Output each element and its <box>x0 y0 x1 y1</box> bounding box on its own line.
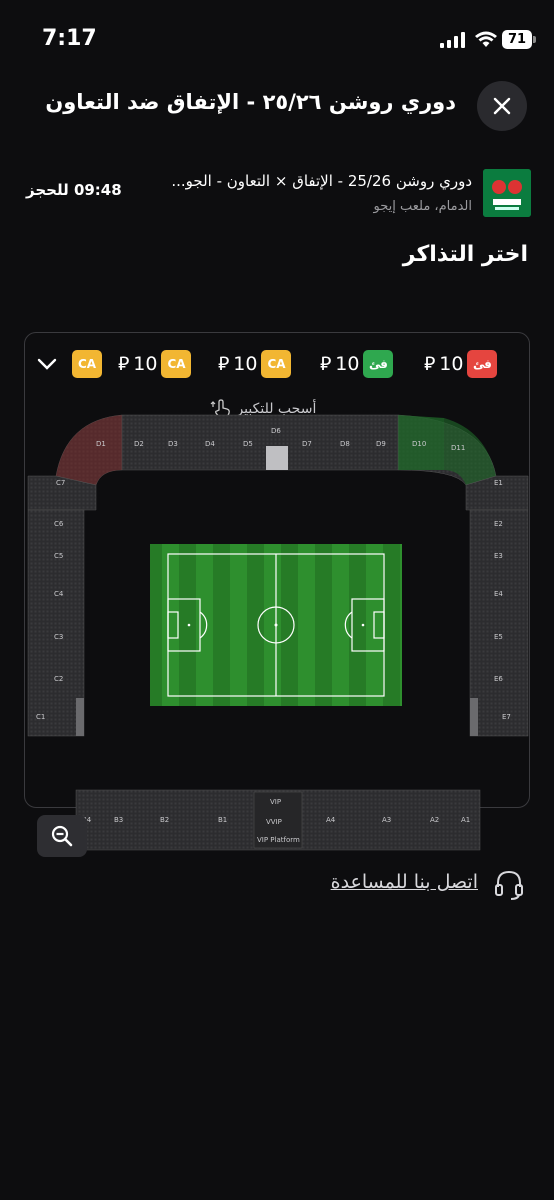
battery-tip <box>533 36 536 43</box>
price-value: 10 <box>233 353 258 375</box>
zoom-out-icon <box>51 825 73 847</box>
riyal-icon: ⃁ <box>118 353 130 375</box>
section-label: E5 <box>494 633 503 641</box>
section-label: E7 <box>502 713 511 721</box>
category-badge: فئ <box>363 350 394 378</box>
section-label: D9 <box>376 440 386 448</box>
close-icon <box>493 97 511 115</box>
left-stand[interactable] <box>27 509 85 737</box>
section-label: D1 <box>96 440 106 448</box>
section-label: D4 <box>205 440 215 448</box>
category-badge: CA <box>161 350 192 378</box>
select-tickets-title: اختر التذاكر <box>402 242 528 267</box>
right-stand[interactable] <box>469 509 529 737</box>
section-label: D10 <box>412 440 426 448</box>
section-label: E2 <box>494 520 503 528</box>
section-label: D8 <box>340 440 350 448</box>
zoom-out-button[interactable] <box>37 815 87 857</box>
stadium-seat-map[interactable]: D1 D2 D3 D4 D5 D6 D7 D8 D9 D10 D11 C7 C6… <box>26 410 530 854</box>
battery-icon: 71 <box>502 30 532 49</box>
section-label: C6 <box>54 520 64 528</box>
price-category-chip[interactable]: CA <box>72 350 102 378</box>
price-value: 10 <box>439 353 464 375</box>
booking-timer: 09:48 للحجز <box>26 181 122 199</box>
section-label: B1 <box>218 816 227 824</box>
tunnel-d6 <box>266 446 288 470</box>
category-badge: CA <box>72 350 102 378</box>
price-category-chip[interactable]: ⃁ 10 فئ <box>320 350 394 378</box>
top-stand[interactable] <box>121 414 399 471</box>
riyal-icon: ⃁ <box>424 353 436 375</box>
category-badge: فئ <box>467 350 498 378</box>
section-label: D5 <box>243 440 253 448</box>
section-label: C4 <box>54 590 64 598</box>
section-label: A3 <box>382 816 391 824</box>
section-label: C7 <box>56 479 65 487</box>
section-label: D3 <box>168 440 178 448</box>
section-label: A1 <box>461 816 470 824</box>
price-value: 10 <box>335 353 360 375</box>
section-label: D6 <box>271 427 281 435</box>
price-value: 10 <box>133 353 158 375</box>
section-d1-highlight[interactable] <box>56 415 122 485</box>
event-poster-image <box>483 169 531 217</box>
price-category-chip[interactable]: ⃁ 10 CA <box>218 350 292 378</box>
section-label: D2 <box>134 440 144 448</box>
wifi-icon <box>475 31 497 47</box>
section-label: B2 <box>160 816 169 824</box>
status-time: 7:17 <box>42 26 97 51</box>
event-name: دوري روشن 25/26 - الإتفاق × التعاون - ال… <box>171 172 472 190</box>
section-label: B3 <box>114 816 123 824</box>
category-badge: CA <box>261 350 292 378</box>
price-category-chip[interactable]: ⃁ 10 CA <box>118 350 192 378</box>
section-label: A4 <box>326 816 336 824</box>
section-label: VVIP <box>266 818 282 826</box>
section-label: E6 <box>494 675 503 683</box>
section-label: VIP Platform <box>257 836 300 844</box>
price-category-row: CA ⃁ 10 CA ⃁ 10 CA ⃁ 10 فئ ⃁ 10 فئ <box>36 348 516 380</box>
section-label: C2 <box>54 675 63 683</box>
riyal-icon: ⃁ <box>218 353 230 375</box>
event-venue: الدمام، ملعب إيجو <box>373 199 472 214</box>
section-label: D11 <box>451 444 465 452</box>
section-label: E3 <box>494 552 503 560</box>
price-category-chip[interactable]: ⃁ 10 فئ <box>424 350 498 378</box>
status-bar: 7:17 71 <box>0 0 554 80</box>
contact-support-link[interactable]: اتصل بنا للمساعدة <box>331 871 478 893</box>
headset-icon[interactable] <box>494 869 524 901</box>
right-tunnel <box>470 698 478 736</box>
section-label: E1 <box>494 479 503 487</box>
event-thumbnail <box>483 169 531 217</box>
riyal-icon: ⃁ <box>320 353 332 375</box>
section-label: D7 <box>302 440 312 448</box>
chevron-down-icon[interactable] <box>36 354 58 374</box>
section-label: VIP <box>270 798 281 806</box>
section-label: C3 <box>54 633 63 641</box>
section-label: A2 <box>430 816 439 824</box>
close-button[interactable] <box>477 81 527 131</box>
section-label: E4 <box>494 590 503 598</box>
cellular-signal-icon <box>440 32 465 48</box>
page-title: دوري روشن ٢٥/٢٦ - الإتفاق ضد التعاون <box>45 90 456 114</box>
section-label: C5 <box>54 552 63 560</box>
left-tunnel <box>76 698 84 736</box>
section-label: C1 <box>36 713 45 721</box>
